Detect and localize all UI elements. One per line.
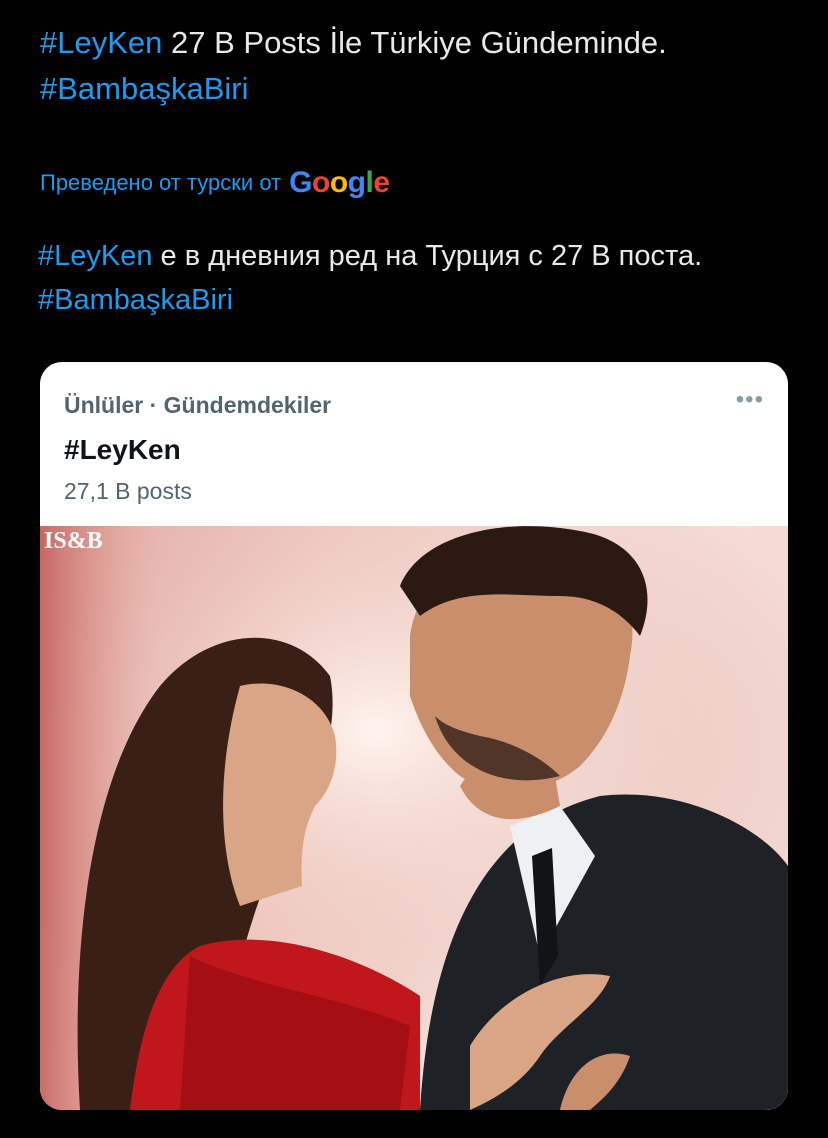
trend-card[interactable]: Ünlüler · Gündemdekiler ••• #LeyKen 27,1… [40, 362, 788, 1110]
trend-post-count: 27,1 B posts [64, 478, 192, 504]
translated-text: #LeyKen е в дневния ред на Турция с 27 B… [38, 234, 798, 322]
translation-label: Преведено от турски от [40, 170, 282, 195]
translation-attribution[interactable]: Преведено от турски от Google [40, 166, 390, 200]
translated-text-body: е в дневния ред на Турция с 27 B поста. [152, 240, 703, 272]
more-dots-icon[interactable]: ••• [736, 386, 764, 414]
hashtag-link[interactable]: #LeyKen [38, 240, 153, 272]
hashtag-link[interactable]: #BambaşkaBiri [38, 284, 233, 316]
tweet-text: #LeyKen 27 B Posts İle Türkiye Gündemind… [40, 20, 800, 112]
trend-title: #LeyKen [64, 434, 181, 465]
trend-category: Ünlüler · Gündemdekiler [64, 392, 332, 418]
image-watermark: IS&B [44, 528, 103, 554]
card-header: Ünlüler · Gündemdekiler ••• [64, 386, 764, 419]
couple-illustration [40, 526, 788, 1110]
hashtag-link[interactable]: #LeyKen [40, 25, 162, 60]
tweet-text-body: 27 B Posts İle Türkiye Gündeminde. [162, 25, 667, 60]
trend-image: IS&B [40, 526, 788, 1110]
google-logo: Google [289, 166, 390, 199]
hashtag-link[interactable]: #BambaşkaBiri [40, 71, 248, 106]
